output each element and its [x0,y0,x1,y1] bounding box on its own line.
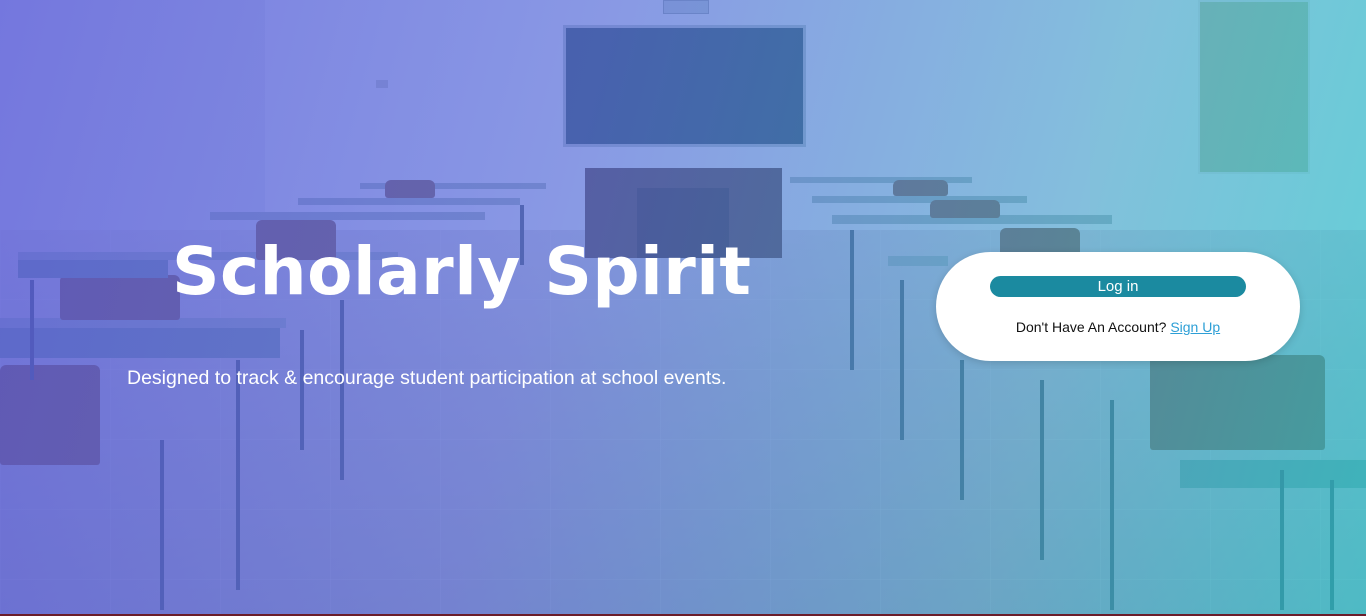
site-title: Scholarly Spirit [172,233,752,310]
login-card: Log in Don't Have An Account? Sign Up [936,252,1300,361]
login-button[interactable]: Log in [990,276,1246,297]
signup-link[interactable]: Sign Up [1170,319,1220,335]
hero-section: Scholarly Spirit Designed to track & enc… [0,0,1366,616]
signup-prompt-line: Don't Have An Account? Sign Up [936,319,1300,335]
signup-prompt-text: Don't Have An Account? [1015,319,1167,335]
site-tagline: Designed to track & encourage student pa… [127,367,727,389]
